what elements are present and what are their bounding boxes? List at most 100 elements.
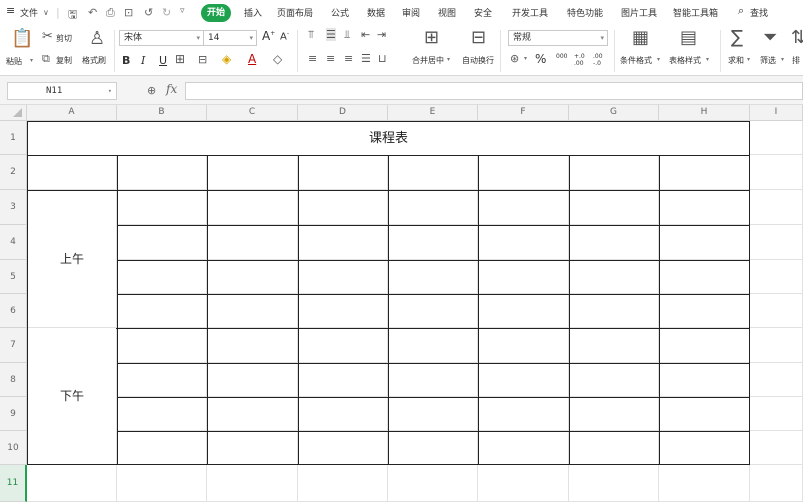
afternoon-label[interactable]: 下午 [28,328,116,464]
cell-i2[interactable] [750,155,803,190]
cell-i10[interactable] [750,431,803,465]
align-center-icon[interactable]: ≡ [326,52,335,65]
cell-g11[interactable] [569,465,659,502]
scissors-icon[interactable]: ✂ [42,29,53,44]
column-header-c[interactable]: C [207,105,298,121]
increase-font-icon[interactable]: A+ [262,29,275,43]
column-header-g[interactable]: G [569,105,659,121]
format-painter-icon[interactable]: ♙ [89,28,105,49]
number-format-select[interactable]: 常规 ▾ [508,30,608,46]
sum-button[interactable]: 求和 [728,55,744,66]
copy-icon[interactable]: ⧉ [42,52,50,66]
cell-i4[interactable] [750,225,803,260]
cell-h11[interactable] [659,465,750,502]
wrap-text-button[interactable]: 自动换行 [462,55,494,66]
column-header-a[interactable]: A [27,105,117,121]
filter-button[interactable]: 筛选 [760,55,776,66]
cell-e11[interactable] [388,465,478,502]
row-header-6[interactable]: 6 [0,294,27,328]
tab-page-layout[interactable]: 页面布局 [277,6,313,19]
search-icon[interactable]: ⌕ [738,4,744,18]
tab-smart-toolbox[interactable]: 智能工具箱 [673,6,718,19]
tab-developer[interactable]: 开发工具 [512,6,548,19]
column-header-e[interactable]: E [388,105,478,121]
currency-icon[interactable]: ⊛ [510,52,519,65]
underline-button[interactable]: U [159,54,167,67]
decrease-font-icon[interactable]: A- [280,30,289,42]
row-header-7[interactable]: 7 [0,328,27,363]
cell-d11[interactable] [298,465,388,502]
name-box[interactable]: N11 ▾ [7,82,117,100]
paste-icon[interactable]: 📋 [11,28,33,49]
paste-dropdown-icon[interactable]: ▾ [30,57,33,64]
zoom-icon[interactable]: ⊕ [147,84,156,97]
row-header-3[interactable]: 3 [0,190,27,225]
paste-button[interactable]: 粘贴 [6,56,22,67]
sort-icon[interactable]: ⇅ [791,27,803,48]
indent-decrease-icon[interactable]: ⇤ [361,28,370,41]
filter-icon[interactable]: ⏷ [763,27,777,48]
save-icon[interactable]: 🖫 [68,6,77,25]
table-style-button[interactable]: 表格样式 [669,55,701,66]
increase-decimal-button[interactable]: +.0 .00 [574,53,588,67]
conditional-format-button[interactable]: 条件格式 [620,55,652,66]
cell-a11[interactable] [27,465,117,502]
align-right-icon[interactable]: ≡ [344,52,353,65]
font-name-select[interactable]: 宋体 ▾ [119,30,204,46]
tab-picture-tools[interactable]: 图片工具 [621,6,657,19]
cell-f11[interactable] [478,465,569,502]
copy-button[interactable]: 复制 [56,55,72,66]
table-style-icon[interactable]: ▤ [680,27,697,48]
redo-icon[interactable]: ↻ [162,6,171,19]
undo-icon[interactable]: ↺ [144,6,153,19]
format-painter-button[interactable]: 格式刷 [82,55,106,66]
formula-input[interactable] [185,82,803,100]
cell-i11[interactable] [750,465,803,502]
chevron-down-icon[interactable]: ∨ [43,8,49,17]
indent-increase-icon[interactable]: ⇥ [377,28,386,41]
tab-special-features[interactable]: 特色功能 [567,6,603,19]
row-header-2[interactable]: 2 [0,155,27,190]
cell-b11[interactable] [117,465,207,502]
row-header-5[interactable]: 5 [0,260,27,294]
align-left-icon[interactable]: ≡ [308,52,317,65]
row-header-8[interactable]: 8 [0,363,27,397]
file-menu[interactable]: 文件 [20,6,38,19]
cell-i3[interactable] [750,190,803,225]
tab-formulas[interactable]: 公式 [331,6,349,19]
row-header-9[interactable]: 9 [0,397,27,431]
cell-i1[interactable] [750,121,803,155]
column-header-h[interactable]: H [659,105,750,121]
decrease-decimal-button[interactable]: .00 -.0 [593,53,607,67]
cell-i7[interactable] [750,328,803,363]
merge-center-icon[interactable]: ⊞ [424,27,439,48]
cell-c11[interactable] [207,465,298,502]
tab-insert[interactable]: 插入 [244,6,262,19]
column-header-b[interactable]: B [117,105,207,121]
cell-i6[interactable] [750,294,803,328]
search-label[interactable]: 查找 [750,6,768,19]
chevron-down-icon[interactable]: ▾ [706,56,709,63]
fill-cell-icon[interactable]: ⊟ [198,53,207,66]
font-size-select[interactable]: 14 ▾ [203,30,257,46]
hamburger-menu-icon[interactable]: ≡ [6,4,15,17]
percent-button[interactable]: % [535,52,546,66]
cell-i8[interactable] [750,363,803,397]
distributed-icon[interactable]: ⊔ [378,52,387,65]
fill-color-icon[interactable]: ◈ [222,52,231,66]
column-header-i[interactable]: I [750,105,803,121]
cut-button[interactable]: 剪切 [56,33,72,44]
align-top-icon[interactable]: ⫪ [308,28,314,42]
tab-security[interactable]: 安全 [474,6,492,19]
font-color-icon[interactable]: A [248,52,256,66]
tab-start[interactable]: 开始 [201,4,231,22]
tab-data[interactable]: 数据 [367,6,385,19]
cell-i5[interactable] [750,260,803,294]
row-header-10[interactable]: 10 [0,431,27,465]
merge-center-button[interactable]: 合并居中 [412,55,444,66]
morning-label[interactable]: 上午 [28,191,116,327]
print-preview-icon[interactable]: ⊡ [124,6,133,19]
tab-view[interactable]: 视图 [438,6,456,19]
tab-review[interactable]: 审阅 [402,6,420,19]
justify-icon[interactable]: ☰ [361,52,371,65]
